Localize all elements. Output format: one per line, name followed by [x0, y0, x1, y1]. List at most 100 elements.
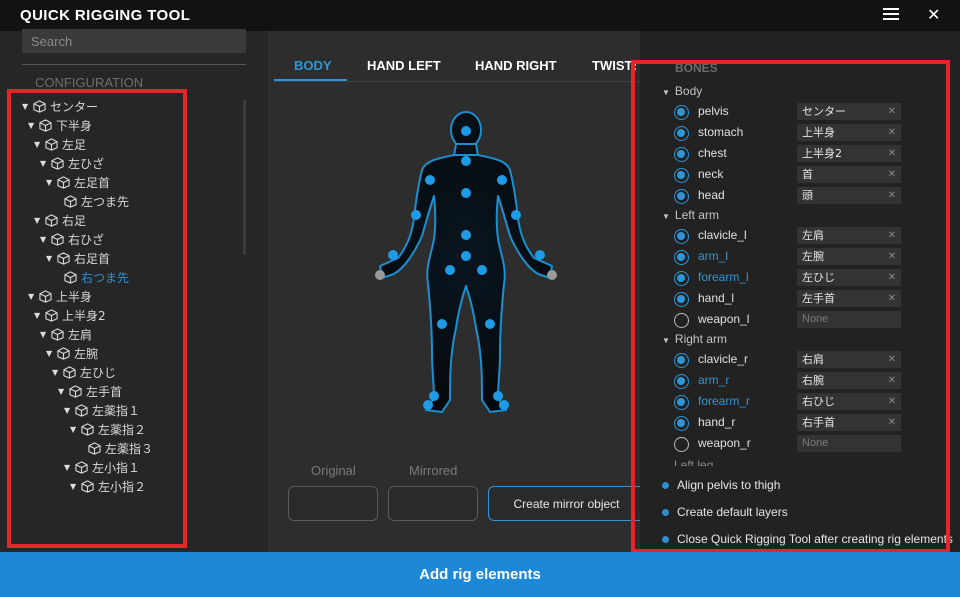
- clear-field-icon[interactable]: ✕: [888, 393, 896, 410]
- tree-item[interactable]: ▼ 下半身: [28, 116, 92, 135]
- bone-radio[interactable]: [674, 292, 689, 307]
- bone-radio[interactable]: [674, 416, 689, 431]
- bone-radio[interactable]: [674, 271, 689, 286]
- tree-item[interactable]: ▼ 上半身2: [34, 306, 106, 325]
- clear-field-icon[interactable]: ✕: [888, 351, 896, 368]
- bone-target-field[interactable]: 上半身2 ✕: [797, 145, 901, 162]
- option-toggle[interactable]: Create default layers: [662, 505, 788, 519]
- clear-field-icon[interactable]: ✕: [888, 145, 896, 162]
- bone-target-field[interactable]: 頭 ✕: [797, 187, 901, 204]
- bone-group-header[interactable]: ▼ Right arm: [662, 332, 727, 346]
- tab-twists[interactable]: TWISTS: [592, 58, 636, 73]
- bone-target-field[interactable]: 右手首 ✕: [797, 414, 901, 431]
- expand-arrow-icon[interactable]: ▼: [22, 102, 31, 111]
- expand-arrow-icon[interactable]: ▼: [52, 368, 61, 377]
- bone-target-field[interactable]: 首 ✕: [797, 166, 901, 183]
- expand-arrow-icon[interactable]: ▼: [40, 159, 49, 168]
- bone-radio[interactable]: [674, 147, 689, 162]
- clear-field-icon[interactable]: ✕: [888, 103, 896, 120]
- clear-field-icon[interactable]: ✕: [888, 372, 896, 389]
- tree-item[interactable]: 左薬指３: [86, 439, 153, 458]
- tree-item[interactable]: ▼ 左薬指１: [64, 401, 140, 420]
- bone-radio[interactable]: [674, 105, 689, 120]
- bone-target-field[interactable]: 左ひじ ✕: [797, 269, 901, 286]
- clear-field-icon[interactable]: ✕: [888, 414, 896, 431]
- original-slot[interactable]: [288, 486, 378, 521]
- close-icon[interactable]: ✕: [927, 5, 940, 24]
- tree-item[interactable]: ▼ 左足: [34, 135, 86, 154]
- clear-field-icon[interactable]: ✕: [888, 290, 896, 307]
- bone-target-field[interactable]: センター ✕: [797, 103, 901, 120]
- option-toggle[interactable]: Close Quick Rigging Tool after creating …: [662, 532, 955, 546]
- tab-body[interactable]: BODY: [294, 58, 332, 73]
- tree-item[interactable]: ▼ 左肩: [40, 325, 92, 344]
- bone-target-field[interactable]: 右ひじ ✕: [797, 393, 901, 410]
- option-toggle[interactable]: Align pelvis to thigh: [662, 478, 780, 492]
- create-mirror-object-button[interactable]: Create mirror object: [488, 486, 645, 521]
- expand-arrow-icon[interactable]: ▼: [64, 463, 73, 472]
- tree-item[interactable]: ▼ 上半身: [28, 287, 92, 306]
- bone-radio[interactable]: [674, 250, 689, 265]
- tree-item[interactable]: ▼ 左薬指２: [70, 420, 146, 439]
- expand-arrow-icon[interactable]: ▼: [40, 235, 49, 244]
- clear-field-icon[interactable]: ✕: [888, 227, 896, 244]
- bone-target-field[interactable]: 左手首 ✕: [797, 290, 901, 307]
- bone-radio[interactable]: [674, 126, 689, 141]
- tree-item[interactable]: ▼ 右ひざ: [40, 230, 104, 249]
- tree-item[interactable]: ▼ 左小指２: [70, 477, 146, 496]
- bone-target-field[interactable]: None: [797, 311, 901, 328]
- tree-item[interactable]: ▼ 左ひじ: [52, 363, 116, 382]
- tree-item[interactable]: 左つま先: [62, 192, 129, 211]
- bone-target-field[interactable]: 右腕 ✕: [797, 372, 901, 389]
- bone-radio[interactable]: [674, 374, 689, 389]
- expand-arrow-icon[interactable]: ▼: [34, 216, 43, 225]
- expand-arrow-icon[interactable]: ▼: [64, 406, 73, 415]
- tree-item[interactable]: 右つま先: [62, 268, 129, 287]
- tree-item[interactable]: ▼ センター: [22, 97, 98, 116]
- bone-target-field[interactable]: 左肩 ✕: [797, 227, 901, 244]
- clear-field-icon[interactable]: ✕: [888, 166, 896, 183]
- add-rig-elements-button[interactable]: Add rig elements: [0, 552, 960, 597]
- tree-item[interactable]: ▼ 左小指１: [64, 458, 140, 477]
- collapse-arrow-icon[interactable]: ▼: [662, 88, 670, 97]
- bone-target-field[interactable]: None: [797, 435, 901, 452]
- bone-radio[interactable]: [674, 168, 689, 183]
- search-input[interactable]: [22, 29, 246, 53]
- collapse-arrow-icon[interactable]: ▼: [662, 212, 670, 221]
- expand-arrow-icon[interactable]: ▼: [46, 349, 55, 358]
- hamburger-menu-icon[interactable]: [883, 8, 899, 22]
- bone-group-header[interactable]: ▼ Left arm: [662, 208, 719, 222]
- tree-item[interactable]: ▼ 左足首: [46, 173, 110, 192]
- bone-radio[interactable]: [674, 395, 689, 410]
- expand-arrow-icon[interactable]: ▼: [34, 311, 43, 320]
- expand-arrow-icon[interactable]: ▼: [34, 140, 43, 149]
- expand-arrow-icon[interactable]: ▼: [28, 121, 37, 130]
- expand-arrow-icon[interactable]: ▼: [58, 387, 67, 396]
- bone-target-field[interactable]: 左腕 ✕: [797, 248, 901, 265]
- bone-radio[interactable]: [674, 189, 689, 204]
- bone-group-header[interactable]: ▼ Body: [662, 84, 702, 98]
- tree-item[interactable]: ▼ 左腕: [46, 344, 98, 363]
- tab-hand-left[interactable]: HAND LEFT: [367, 58, 441, 73]
- tree-item[interactable]: ▼ 右足首: [46, 249, 110, 268]
- bone-radio[interactable]: [674, 313, 689, 328]
- expand-arrow-icon[interactable]: ▼: [46, 178, 55, 187]
- tree-item[interactable]: ▼ 右足: [34, 211, 86, 230]
- expand-arrow-icon[interactable]: ▼: [40, 330, 49, 339]
- bone-radio[interactable]: [674, 229, 689, 244]
- tree-item[interactable]: ▼ 左ひざ: [40, 154, 104, 173]
- expand-arrow-icon[interactable]: ▼: [28, 292, 37, 301]
- bone-target-field[interactable]: 右肩 ✕: [797, 351, 901, 368]
- tab-hand-right[interactable]: HAND RIGHT: [475, 58, 557, 73]
- bone-radio[interactable]: [674, 353, 689, 368]
- clear-field-icon[interactable]: ✕: [888, 187, 896, 204]
- expand-arrow-icon[interactable]: ▼: [70, 482, 79, 491]
- mirrored-slot[interactable]: [388, 486, 478, 521]
- clear-field-icon[interactable]: ✕: [888, 269, 896, 286]
- bone-radio[interactable]: [674, 437, 689, 452]
- collapse-arrow-icon[interactable]: ▼: [662, 336, 670, 345]
- tree-scrollbar[interactable]: [243, 100, 246, 255]
- bone-target-field[interactable]: 上半身 ✕: [797, 124, 901, 141]
- clear-field-icon[interactable]: ✕: [888, 124, 896, 141]
- expand-arrow-icon[interactable]: ▼: [46, 254, 55, 263]
